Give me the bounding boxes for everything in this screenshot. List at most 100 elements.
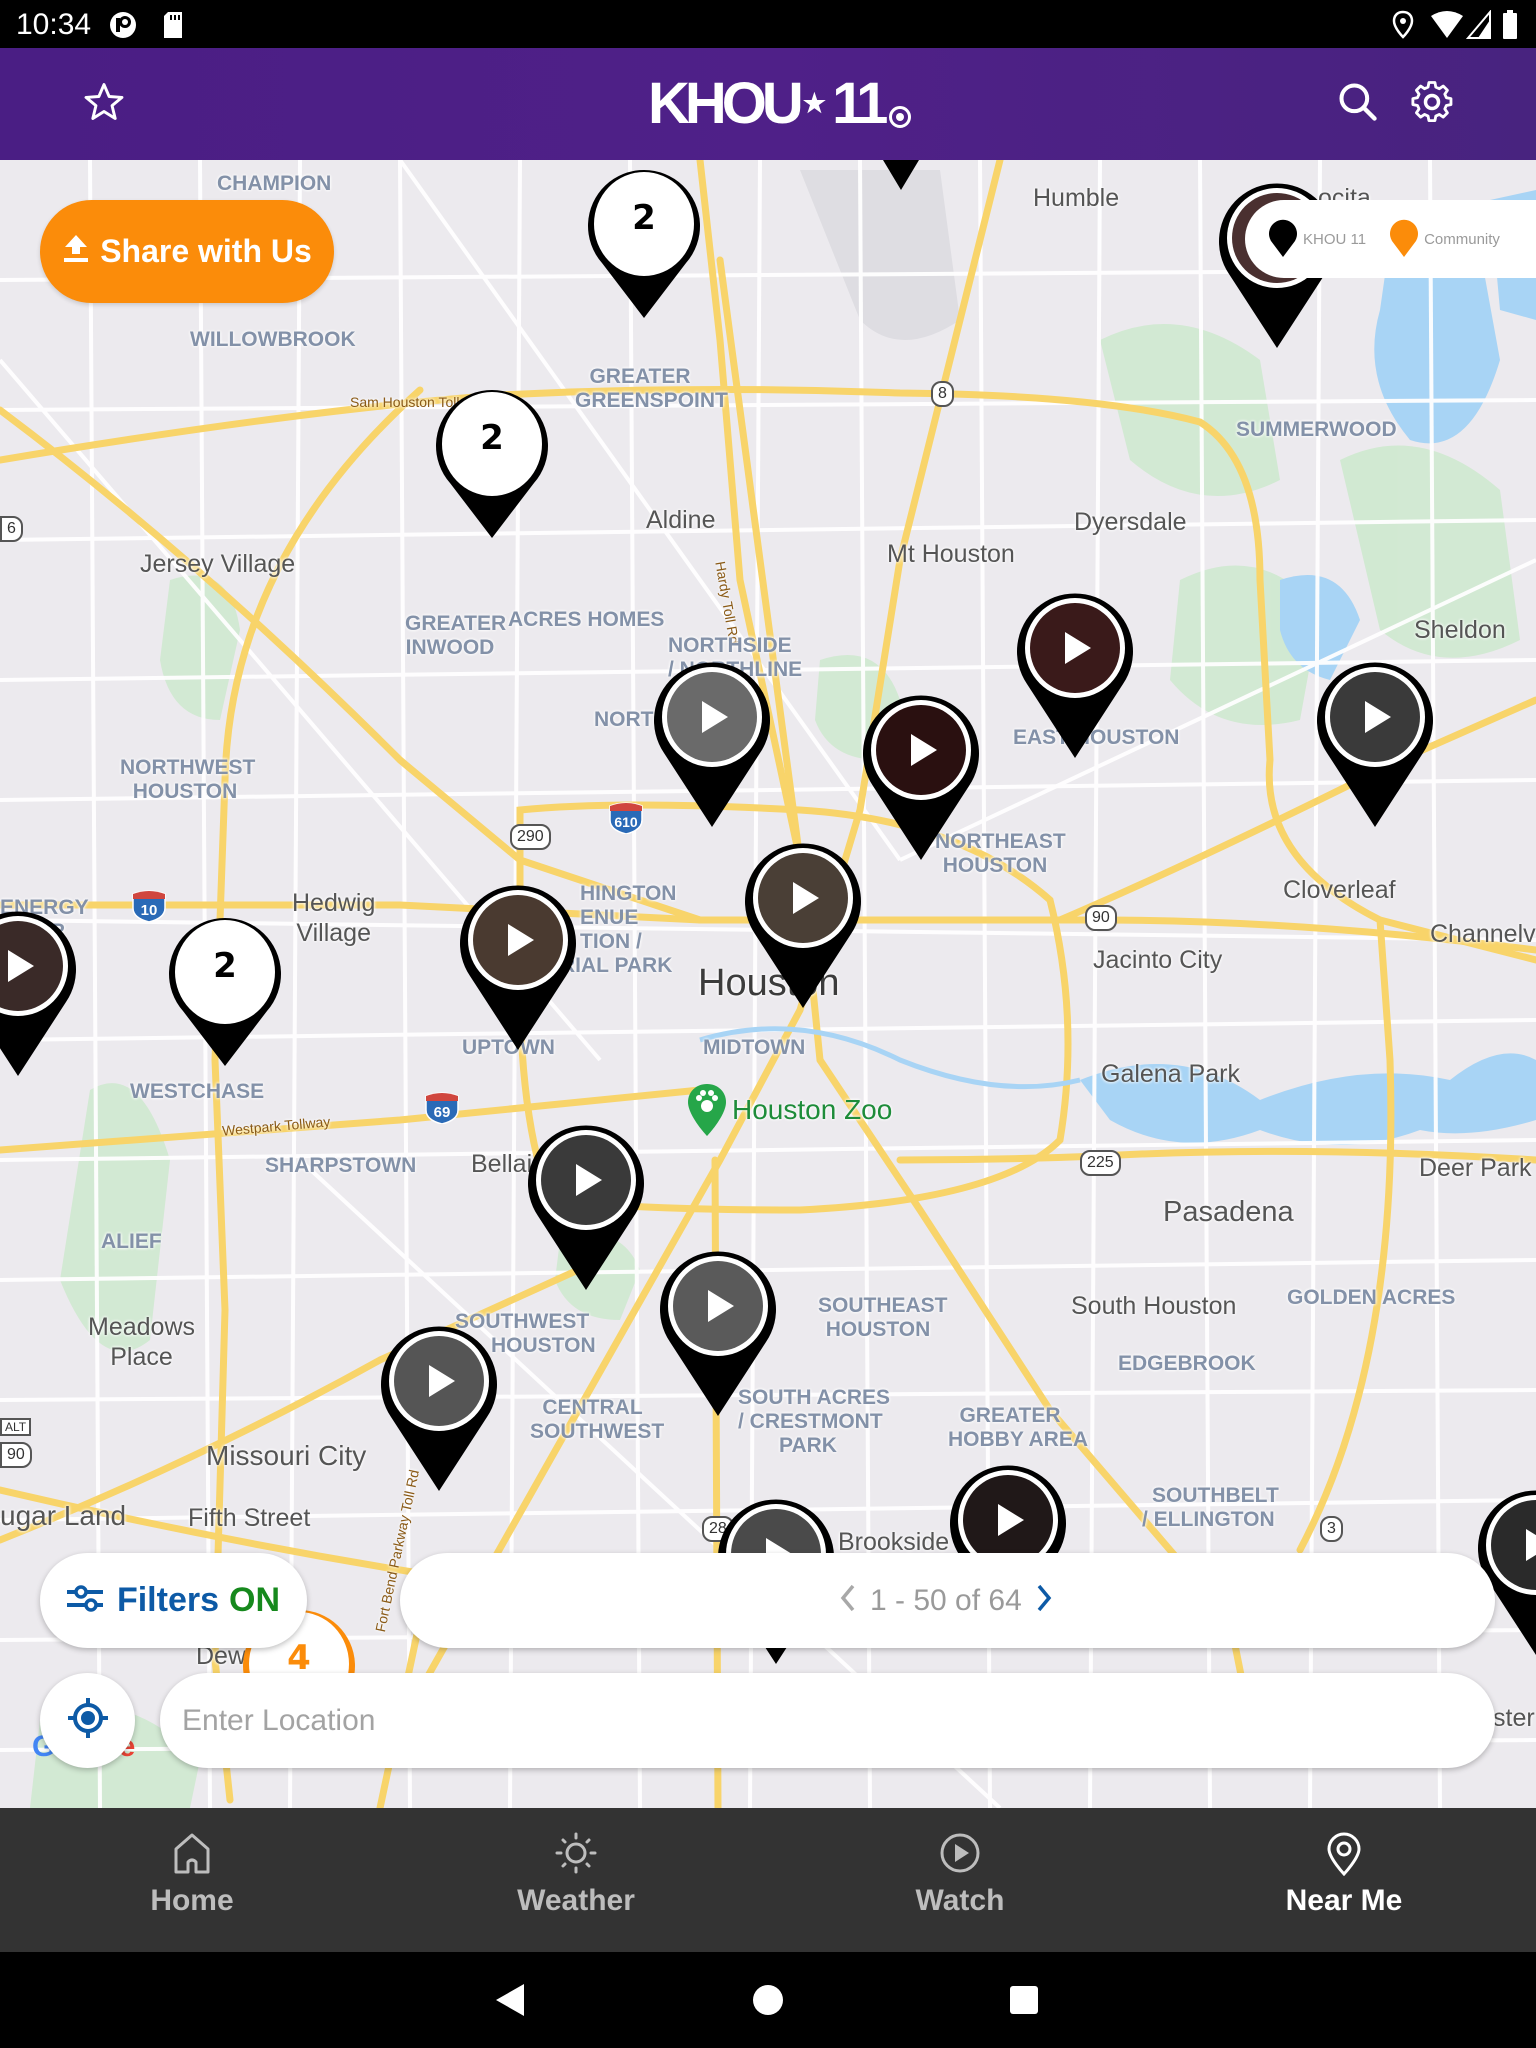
chevron-left-icon[interactable] [838, 1583, 858, 1618]
label-line: HOUSTON [825, 1318, 931, 1341]
filters-state: ON [229, 1581, 281, 1619]
label-line: NORTHWEST [120, 756, 256, 779]
nav-label: Home [150, 1884, 234, 1917]
map-label-humble: Humble [1033, 184, 1120, 212]
video-marker[interactable] [743, 838, 863, 1008]
location-input[interactable] [160, 1673, 1495, 1768]
map-label-pasadena: Pasadena [1163, 1196, 1294, 1228]
map-label-acres-homes: ACRES HOMES [508, 608, 665, 631]
home-circle-icon[interactable] [752, 1984, 784, 2021]
signal-icon [1465, 9, 1492, 45]
pagination-text: 1 - 50 of 64 [870, 1583, 1022, 1617]
battery-icon [1502, 10, 1518, 45]
recents-icon[interactable] [1008, 1984, 1040, 2021]
shield-us290: 290 [510, 824, 551, 850]
filters-label: Filters [116, 1581, 220, 1619]
video-marker[interactable] [658, 1246, 778, 1416]
my-location-button[interactable] [40, 1673, 135, 1768]
settings-button[interactable] [1406, 78, 1458, 130]
label-line: GREATER [589, 365, 691, 388]
pagination-bar: 1 - 50 of 64 [400, 1553, 1495, 1648]
map-view[interactable]: CHAMPION WILLOWBROOK Humble ocita GREATE… [0, 160, 1536, 1808]
map-label-bellaire: Bellai [471, 1150, 533, 1178]
interstate-10-shield: 10 [131, 888, 167, 923]
video-marker[interactable] [1015, 588, 1135, 758]
label-line: Place [110, 1343, 173, 1371]
nav-label: Weather [517, 1884, 635, 1917]
sun-icon [555, 1832, 597, 1876]
nav-tab-near-me[interactable]: Near Me [1152, 1808, 1536, 1952]
wifi-icon [1430, 10, 1464, 45]
label-line: SOUTHEAST [818, 1294, 948, 1317]
video-marker[interactable] [379, 1321, 499, 1491]
nav-tab-weather[interactable]: Weather [384, 1808, 768, 1952]
video-marker[interactable] [861, 690, 981, 860]
video-marker[interactable] [458, 880, 578, 1050]
video-marker[interactable] [1315, 657, 1435, 827]
search-button[interactable] [1332, 78, 1384, 130]
logo-star: ★ [802, 87, 827, 118]
label-line: GREATER [405, 612, 507, 635]
sliders-icon [66, 1583, 103, 1618]
map-label-greater-hobby: GREATER HOBBY AREA [948, 1404, 1088, 1452]
home-icon [173, 1832, 211, 1876]
nav-tab-home[interactable]: Home [0, 1808, 384, 1952]
share-with-us-button[interactable]: Share with Us [40, 200, 334, 303]
map-label-meadows-place: Meadows Place [88, 1312, 195, 1372]
paw-pin-icon [688, 1084, 726, 1136]
interstate-610-shield: 610 [608, 800, 644, 835]
legend-item-community: Community [1388, 217, 1500, 262]
map-label-cloverleaf: Cloverleaf [1283, 876, 1396, 904]
cluster-count: 2 [632, 198, 656, 238]
map-label-summerwood: SUMMERWOOD [1236, 418, 1397, 441]
logo-text: KHOU [648, 70, 804, 136]
map-label-sheldon: Sheldon [1414, 616, 1506, 644]
label-line: Village [296, 919, 371, 947]
label-line: SOUTHWEST [530, 1420, 665, 1443]
video-marker[interactable] [0, 906, 78, 1076]
cluster-count: 2 [213, 946, 237, 986]
video-marker[interactable] [652, 657, 772, 827]
video-marker[interactable] [841, 160, 961, 190]
upload-icon [62, 233, 90, 271]
label-line: / ELLINGTON [1142, 1508, 1275, 1531]
share-label: Share with Us [100, 233, 312, 269]
map-poi-houston-zoo[interactable]: Houston Zoo [686, 1082, 892, 1138]
label-line: SOUTHBELT [1152, 1484, 1279, 1507]
label-line: HOBBY AREA [948, 1428, 1089, 1451]
zoo-label: Houston Zoo [732, 1094, 893, 1125]
map-label-willowbrook: WILLOWBROOK [190, 328, 356, 351]
label-line: HOUSTON [132, 780, 238, 803]
bottom-navigation: Home Weather Watch Near Me [0, 1808, 1536, 1952]
system-navigation-bar [0, 1952, 1536, 2048]
cluster-marker[interactable]: 2 [584, 168, 704, 338]
video-marker[interactable] [526, 1120, 646, 1290]
map-label-jersey-village: Jersey Village [140, 550, 296, 578]
back-icon[interactable] [494, 1982, 526, 2023]
nav-label: Watch [915, 1884, 1005, 1917]
star-icon [82, 80, 126, 129]
favorites-button[interactable] [78, 78, 130, 130]
map-label-golden-acres: GOLDEN ACRES [1287, 1286, 1456, 1309]
khou-logo: KHOU ★ 11 [648, 70, 912, 136]
shield-sh8: 8 [931, 381, 954, 407]
legend-label: Community [1424, 230, 1500, 248]
cluster-marker[interactable]: 2 [432, 388, 552, 558]
black-pin-icon [1267, 217, 1299, 262]
map-label-southbelt: SOUTHBELT / ELLINGTON [1142, 1484, 1279, 1532]
map-label-deer-park: Deer Park [1419, 1154, 1532, 1182]
crosshair-icon [66, 1696, 110, 1745]
gear-icon [1409, 79, 1455, 130]
nav-tab-watch[interactable]: Watch [768, 1808, 1152, 1952]
map-label-aldine: Aldine [646, 506, 716, 534]
map-label-midtown: MIDTOWN [703, 1036, 806, 1059]
chevron-right-icon[interactable] [1034, 1583, 1054, 1618]
map-label-mt-houston: Mt Houston [887, 540, 1015, 568]
filters-button[interactable]: Filters ON [40, 1553, 307, 1648]
marker-legend: KHOU 11 Community [1245, 200, 1536, 278]
cluster-marker[interactable]: 2 [165, 916, 285, 1086]
sd-card-icon [162, 10, 184, 45]
play-circle-icon [939, 1832, 981, 1876]
pocket-casts-icon [108, 10, 138, 45]
cluster-count: 2 [480, 418, 504, 458]
